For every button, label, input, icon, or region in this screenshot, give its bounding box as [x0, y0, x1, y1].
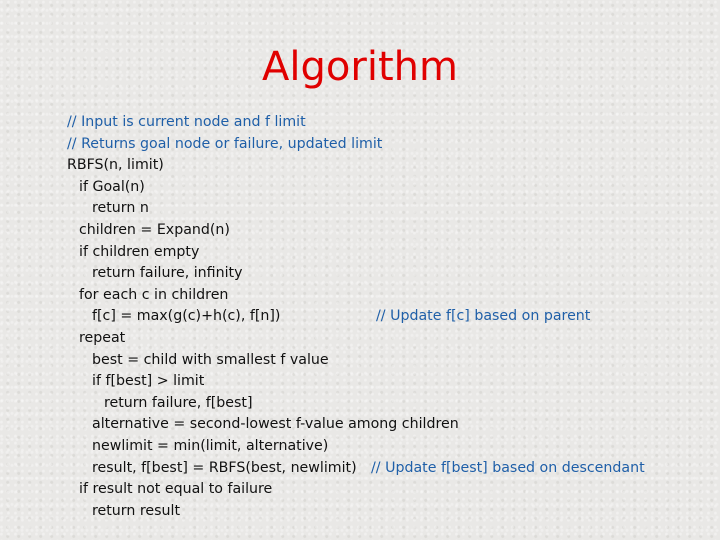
code-line: return n — [92, 200, 149, 217]
code-line: return result — [92, 502, 181, 519]
code-line: for each c in children — [79, 286, 229, 303]
code-line: f[c] = max(g(c)+h(c), f[n]) — [92, 308, 281, 325]
inline-comment: // Update f[best] based on descendant — [371, 459, 645, 476]
code-line: if children empty — [79, 243, 200, 260]
slide-title: Algorithm — [262, 44, 458, 90]
code-comment-line: // Input is current node and f limit — [67, 114, 306, 130]
code-line: newlimit = min(limit, alternative) — [92, 438, 329, 454]
code-comment-line: // Returns goal node or failure, updated… — [67, 135, 383, 152]
code-line: return failure, infinity — [92, 265, 243, 282]
inline-comment: // Update f[c] based on parent — [376, 308, 591, 325]
code-line: alternative = second-lowest f-value amon… — [92, 416, 459, 433]
code-line: if Goal(n) — [79, 178, 145, 195]
code-line: if f[best] > limit — [92, 373, 205, 390]
code-line: RBFS(n, limit) — [67, 157, 164, 174]
code-line: return failure, f[best] — [104, 394, 253, 411]
code-line: best = child with smallest f value — [92, 351, 329, 368]
code-line: if result not equal to failure — [79, 481, 273, 498]
code-line: children = Expand(n) — [79, 222, 230, 238]
code-line: repeat — [79, 330, 126, 346]
code-line: result, f[best] = RBFS(best, newlimit) — [92, 459, 357, 476]
